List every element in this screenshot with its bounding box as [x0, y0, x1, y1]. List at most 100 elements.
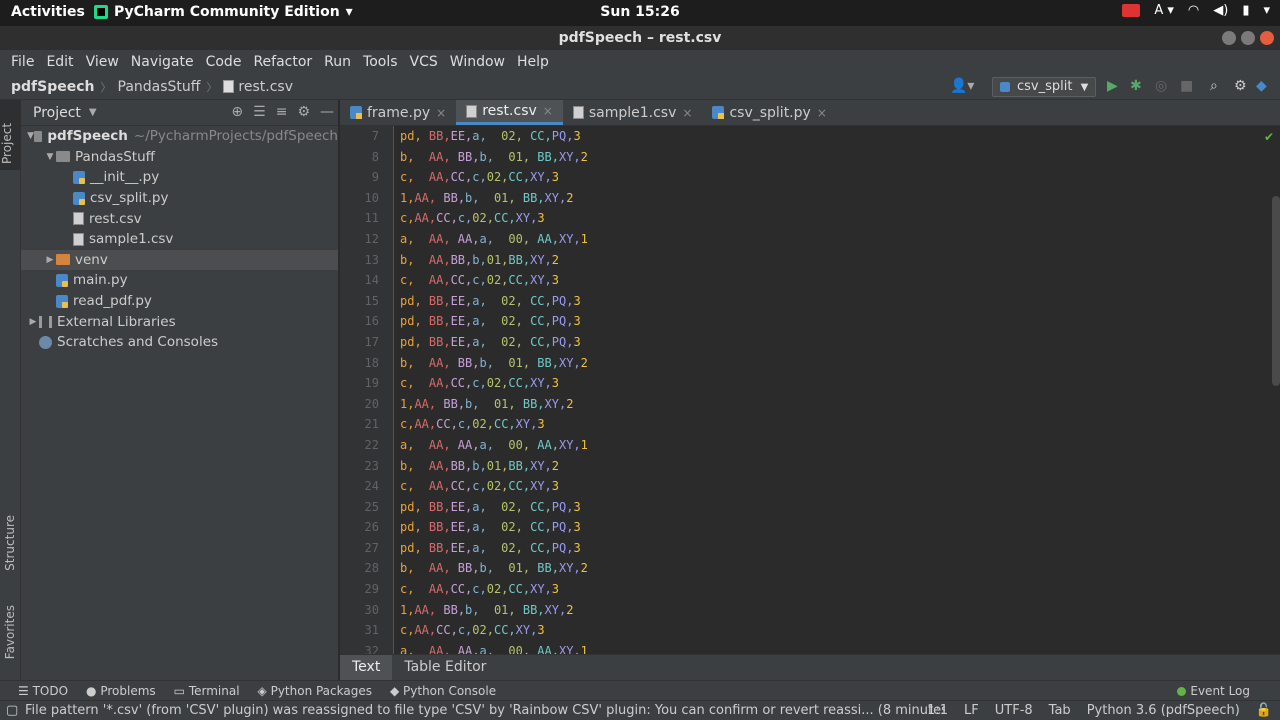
file-encoding[interactable]: UTF-8 [995, 703, 1033, 718]
code-editor[interactable]: pd, BB,EE,a, 02, CC,PQ,3 b, AA, BB,b, 01,… [395, 126, 1280, 654]
code-line: a, AA, AA,a, 00, AA,XY,1 [400, 437, 588, 452]
chevron-right-icon[interactable]: ▶ [27, 317, 39, 327]
close-tab-icon[interactable]: × [682, 106, 692, 120]
event-log-button[interactable]: Event Log [1177, 684, 1250, 698]
battery-icon[interactable]: ▮ [1242, 3, 1249, 18]
keyboard-layout[interactable]: A ▾ [1154, 3, 1174, 18]
no-problems-check-icon[interactable]: ✔ [1264, 130, 1274, 144]
gear-icon[interactable]: ⚙ [1234, 78, 1247, 94]
debug-icon[interactable]: ✱ [1130, 78, 1142, 94]
code-line: pd, BB,EE,a, 02, CC,PQ,3 [400, 293, 581, 308]
vertical-scrollbar[interactable] [1272, 196, 1280, 386]
tree-item[interactable]: sample1.csv [21, 229, 338, 250]
tree-item[interactable]: ▶ External Libraries [21, 311, 338, 332]
close-window-button[interactable] [1260, 31, 1274, 45]
tab-table-editor[interactable]: Table Editor [392, 655, 498, 680]
favorites-tool-tab[interactable]: Favorites [3, 605, 17, 659]
tree-item[interactable]: Scratches and Consoles [21, 332, 338, 353]
close-tab-icon[interactable]: × [543, 104, 553, 118]
jetbrains-icon[interactable]: ◆ [1256, 78, 1267, 94]
tree-item[interactable]: ▼ PandasStuff [21, 147, 338, 168]
tree-item[interactable]: ▶ venv [21, 249, 338, 271]
menu-window[interactable]: Window [444, 54, 511, 70]
editor-tab[interactable]: frame.py × [340, 100, 456, 125]
chevron-right-icon[interactable]: ▶ [44, 255, 56, 265]
menu-edit[interactable]: Edit [40, 54, 79, 70]
menu-help[interactable]: Help [511, 54, 555, 70]
run-icon[interactable]: ▶ [1107, 78, 1118, 94]
tab-text[interactable]: Text [340, 655, 393, 680]
editor-tab[interactable]: csv_split.py × [702, 100, 836, 125]
maximize-button[interactable] [1241, 31, 1255, 45]
line-number: 9 [371, 170, 379, 185]
menu-file[interactable]: File [5, 54, 40, 70]
app-menu[interactable]: PyCharm Community Edition ▾ [94, 4, 353, 20]
code-line: b, AA, BB,b, 01, BB,XY,2 [400, 561, 588, 576]
tree-item[interactable]: main.py [21, 270, 338, 291]
tree-item[interactable]: __init__.py [21, 167, 338, 188]
code-line: 1,AA, BB,b, 01, BB,XY,2 [400, 602, 574, 617]
chevron-down-icon[interactable]: ▼ [44, 152, 56, 162]
activities-button[interactable]: Activities [11, 4, 85, 20]
code-line: b, AA, BB,b, 01, BB,XY,2 [400, 149, 588, 164]
locate-icon[interactable]: ⊕ [231, 104, 243, 120]
wifi-icon[interactable]: ◠ [1188, 3, 1199, 18]
menu-code[interactable]: Code [200, 54, 248, 70]
expand-all-icon[interactable]: ☰ [253, 104, 266, 120]
hide-icon[interactable]: — [320, 104, 334, 120]
collapse-all-icon[interactable]: ≡ [276, 104, 288, 120]
chevron-down-icon[interactable]: ▼ [89, 107, 97, 118]
coverage-icon[interactable]: ◎ [1155, 78, 1167, 94]
line-separator[interactable]: LF [964, 703, 979, 718]
terminal-tool-button[interactable]: ▭ Terminal [174, 684, 240, 698]
code-line: b, AA,BB,b,01,BB,XY,2 [400, 252, 560, 267]
menu-refactor[interactable]: Refactor [247, 54, 318, 70]
chevron-down-icon[interactable]: ▼ [27, 131, 34, 141]
breadcrumb-file[interactable]: rest.csv [238, 79, 293, 95]
stop-icon[interactable]: ■ [1180, 78, 1193, 94]
problems-tool-button[interactable]: ● Problems [86, 684, 156, 698]
system-tray[interactable]: A ▾ ◠ ◀) ▮ ▾ [1122, 3, 1270, 18]
volume-icon[interactable]: ◀) [1213, 3, 1228, 18]
tree-item[interactable]: read_pdf.py [21, 291, 338, 312]
breadcrumb-separator-icon: 〉 [100, 80, 112, 94]
menu-tools[interactable]: Tools [357, 54, 404, 70]
python-packages-tool-button[interactable]: ◈ Python Packages [258, 684, 372, 698]
menu-run[interactable]: Run [318, 54, 357, 70]
gear-icon[interactable]: ⚙ [297, 104, 310, 120]
menu-navigate[interactable]: Navigate [125, 54, 200, 70]
python-interpreter[interactable]: Python 3.6 (pdfSpeech) [1087, 703, 1240, 718]
close-tab-icon[interactable]: × [817, 106, 827, 120]
structure-tool-tab[interactable]: Structure [3, 515, 17, 571]
editor-tab[interactable]: sample1.csv × [563, 100, 703, 125]
editor-tab[interactable]: rest.csv × [456, 100, 563, 125]
status-message[interactable]: File pattern '*.csv' (from 'CSV' plugin)… [25, 703, 945, 718]
tree-item[interactable]: ▼ pdfSpeech ~/PycharmProjects/pdfSpeech [21, 126, 338, 147]
indent-setting[interactable]: Tab [1049, 703, 1071, 718]
editor-tabs: frame.py × rest.csv × sample1.csv × csv_split.… [340, 100, 1280, 126]
tree-item[interactable]: rest.csv [21, 208, 338, 229]
breadcrumb-project[interactable]: pdfSpeech [11, 79, 95, 95]
run-configuration-select[interactable]: csv_split ▼ [992, 77, 1096, 97]
screen-record-icon[interactable] [1122, 4, 1141, 17]
python-console-tool-button[interactable]: ◆ Python Console [390, 684, 496, 698]
user-account-icon[interactable]: 👤▾ [950, 78, 974, 94]
python-file-icon [350, 106, 362, 119]
window-controls [1222, 31, 1274, 45]
todo-tool-button[interactable]: ☰ TODO [18, 684, 68, 698]
search-icon[interactable]: ⌕ [1210, 78, 1218, 94]
minimize-button[interactable] [1222, 31, 1236, 45]
toggle-panels-icon[interactable]: ▢ [6, 703, 18, 718]
tree-item[interactable]: csv_split.py [21, 188, 338, 209]
power-menu-icon[interactable]: ▾ [1263, 3, 1270, 18]
lock-icon[interactable]: 🔓 [1256, 703, 1272, 718]
menu-vcs[interactable]: VCS [404, 54, 444, 70]
menu-view[interactable]: View [80, 54, 125, 70]
close-tab-icon[interactable]: × [436, 106, 446, 120]
project-panel-title[interactable]: Project [33, 105, 81, 121]
project-tool-tab[interactable]: Project [0, 100, 21, 170]
line-number: 21 [364, 417, 379, 432]
caret-position[interactable]: 1:1 [927, 703, 948, 718]
breadcrumb-folder[interactable]: PandasStuff [118, 79, 201, 95]
editor-tab-label: frame.py [367, 104, 431, 121]
